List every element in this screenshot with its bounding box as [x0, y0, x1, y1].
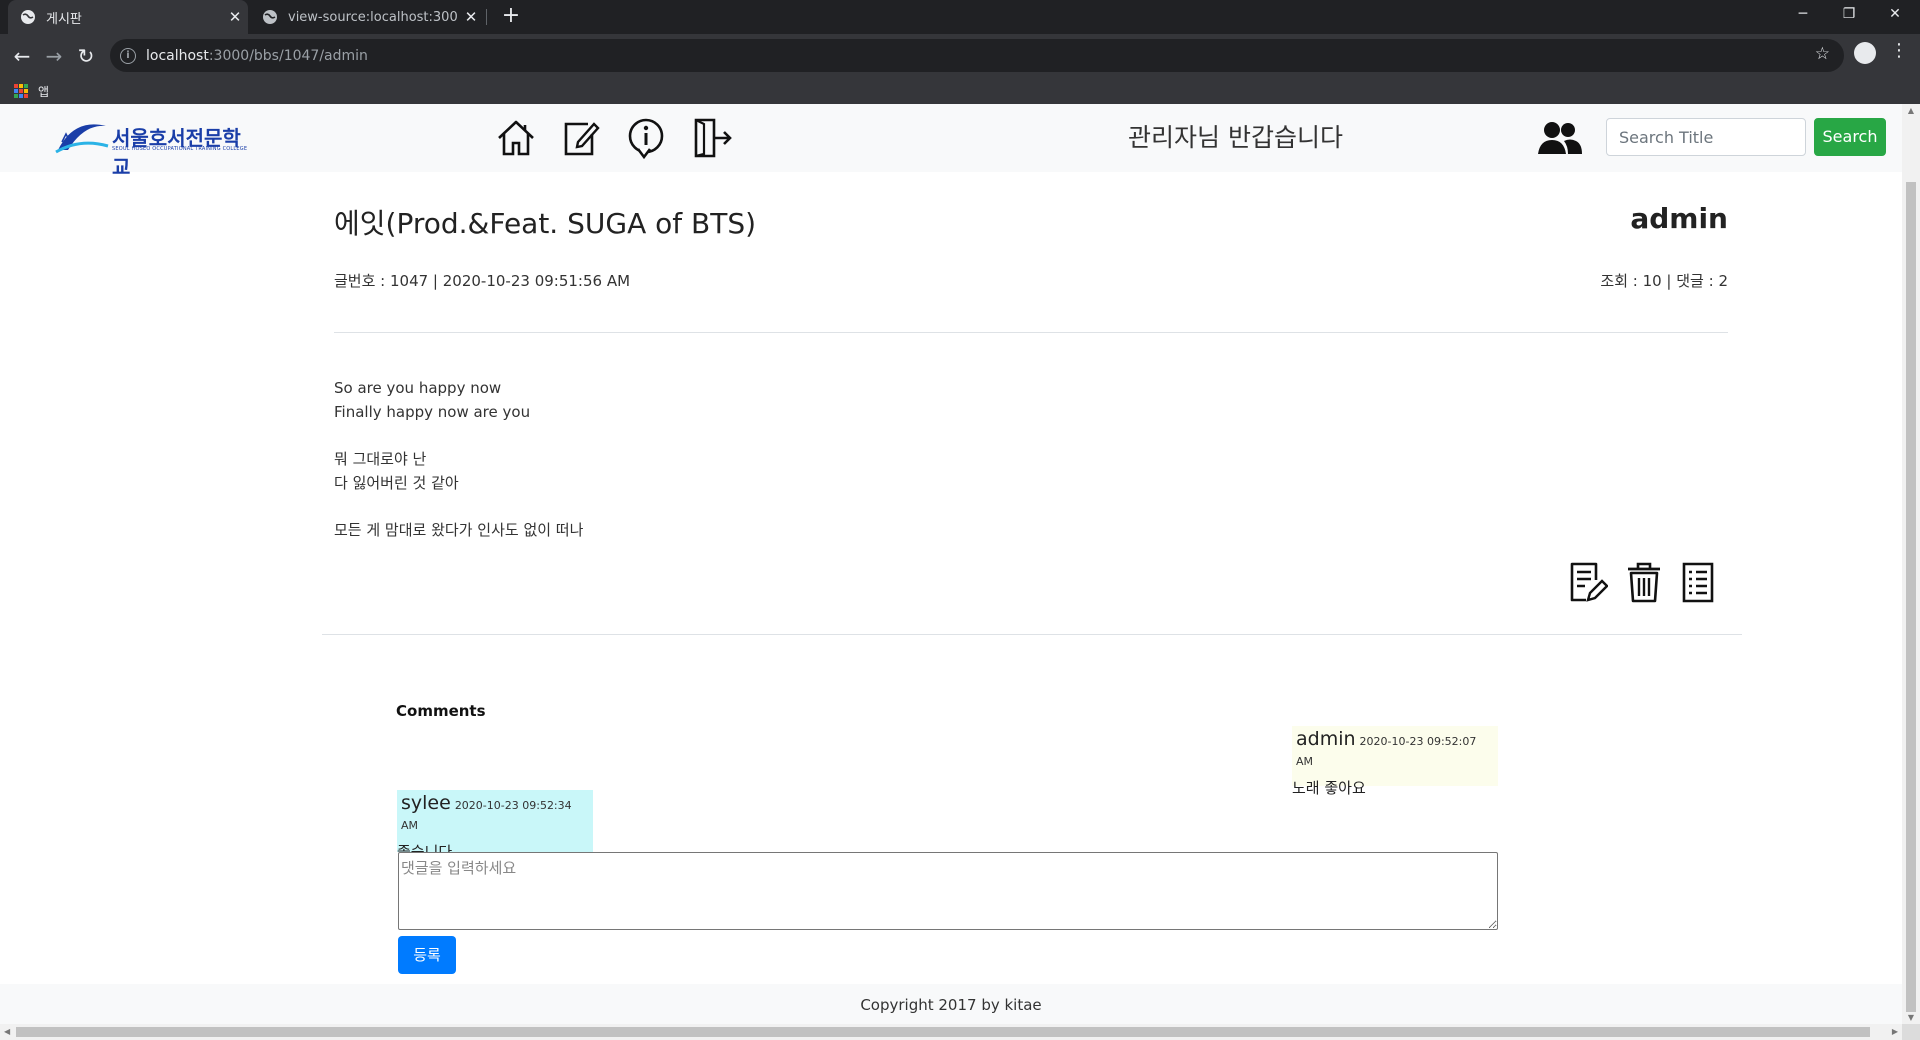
comment-author: admin [1296, 728, 1356, 750]
post-title: 에잇(Prod.&Feat. SUGA of BTS) [334, 207, 757, 240]
comment-text: 노래 좋아요 [1292, 779, 1366, 797]
post-meta: 글번호 : 1047 | 2020-10-23 09:51:56 AM [334, 272, 631, 290]
post-body-line: So are you happy now [334, 379, 502, 397]
post-body-line: 뭐 그대로야 난 [334, 450, 427, 468]
browser-menu-icon[interactable]: ⋮ [1890, 40, 1908, 61]
comment-author: sylee [401, 792, 451, 814]
window-close-button[interactable]: ✕ [1872, 0, 1918, 30]
comment-submit-button[interactable]: 등록 [398, 936, 456, 974]
tab-view-source[interactable]: view-source:localhost:3000/bbs/ ✕ [250, 0, 484, 34]
vertical-scrollbar[interactable]: ▲ ▼ [1902, 104, 1920, 1024]
close-icon[interactable]: ✕ [458, 8, 484, 26]
browser-toolbar: ← → ↻ i localhost:3000/bbs/1047/admin ☆ … [0, 34, 1920, 104]
apps-bookmark-label[interactable]: 앱 [38, 83, 49, 100]
post-stats: 조회 : 10 | 댓글 : 2 [1600, 272, 1728, 290]
restore-button[interactable]: ❐ [1826, 0, 1872, 30]
browser-tabstrip: 게시판 ✕ view-source:localhost:3000/bbs/ ✕ … [0, 0, 1920, 34]
post-body-line: Finally happy now are you [334, 403, 531, 421]
tab-title: 게시판 [46, 11, 82, 27]
new-tab-button[interactable]: + [498, 4, 524, 30]
forward-button[interactable]: → [40, 42, 68, 70]
scrollbar-thumb[interactable] [1906, 182, 1916, 1012]
comment-item: admin 2020-10-23 09:52:07 AM 노래 좋아요 [1292, 726, 1498, 797]
scroll-up-icon[interactable]: ▲ [1902, 106, 1920, 115]
info-icon[interactable]: i [120, 47, 136, 64]
logo-subtext: SEOUL HOSEO OCCUPATIONAL TRAINING COLLEG… [112, 146, 248, 152]
scrollbar-corner [1902, 1024, 1920, 1040]
post-body-line: 모든 게 맘대로 왔다가 인사도 없이 떠나 [334, 521, 584, 539]
reload-button[interactable]: ↻ [72, 42, 100, 70]
site-navbar: 서울호서전문학교 SEOUL HOSEO OCCUPATIONAL TRAINI… [0, 104, 1902, 179]
search-button[interactable]: Search [1814, 118, 1886, 156]
horizontal-scrollbar[interactable]: ◀ ▶ [0, 1024, 1902, 1040]
edit-icon[interactable] [1568, 560, 1608, 604]
scroll-down-icon[interactable]: ▼ [1902, 1013, 1920, 1022]
minimize-button[interactable]: ─ [1780, 0, 1826, 30]
bookmarks-bar: 앱 [0, 78, 49, 104]
scrollbar-thumb[interactable] [16, 1027, 1870, 1037]
globe-icon [21, 10, 35, 24]
comment-item: sylee2020-10-23 09:52:34 AM 좋습니다 [397, 790, 593, 861]
post-body-blank [334, 495, 583, 518]
divider [334, 332, 1728, 333]
address-bar[interactable]: i localhost:3000/bbs/1047/admin ☆ [110, 39, 1844, 72]
tab-board[interactable]: 게시판 ✕ [8, 0, 248, 34]
footer-copyright: Copyright 2017 by kitae [0, 984, 1902, 1024]
close-icon[interactable]: ✕ [222, 8, 248, 26]
comments-heading: Comments [396, 702, 486, 720]
tab-title: view-source:localhost:3000/bbs/ [288, 9, 458, 25]
users-icon[interactable] [1538, 120, 1582, 156]
post-body-blank [334, 424, 583, 447]
delete-icon[interactable] [1624, 560, 1664, 604]
url-text: localhost:3000/bbs/1047/admin [146, 47, 368, 64]
logout-icon[interactable] [690, 116, 734, 160]
search-input[interactable] [1606, 118, 1806, 156]
page-viewport: 서울호서전문학교 SEOUL HOSEO OCCUPATIONAL TRAINI… [0, 104, 1902, 1024]
post-body-line: 다 잃어버린 것 같아 [334, 474, 459, 492]
info-icon[interactable] [624, 116, 668, 160]
logo-emblem-icon [55, 124, 109, 154]
list-icon[interactable] [1678, 560, 1718, 604]
scroll-right-icon[interactable]: ▶ [1892, 1024, 1898, 1040]
back-button[interactable]: ← [8, 42, 36, 70]
apps-grid-icon[interactable] [14, 84, 28, 98]
post-body: So are you happy now Finally happy now a… [334, 376, 583, 542]
globe-icon [263, 10, 277, 24]
comment-input[interactable] [398, 852, 1498, 930]
admin-greeting: 관리자님 반갑습니다 [1128, 123, 1343, 152]
write-icon[interactable] [558, 116, 602, 160]
site-logo[interactable]: 서울호서전문학교 SEOUL HOSEO OCCUPATIONAL TRAINI… [54, 116, 248, 179]
home-icon[interactable] [494, 116, 538, 160]
tab-separator [486, 9, 487, 25]
divider [322, 634, 1742, 635]
bookmark-star-icon[interactable]: ☆ [1815, 44, 1830, 64]
scroll-left-icon[interactable]: ◀ [4, 1024, 10, 1040]
post-author: admin [1630, 202, 1728, 235]
profile-avatar[interactable] [1854, 42, 1876, 64]
